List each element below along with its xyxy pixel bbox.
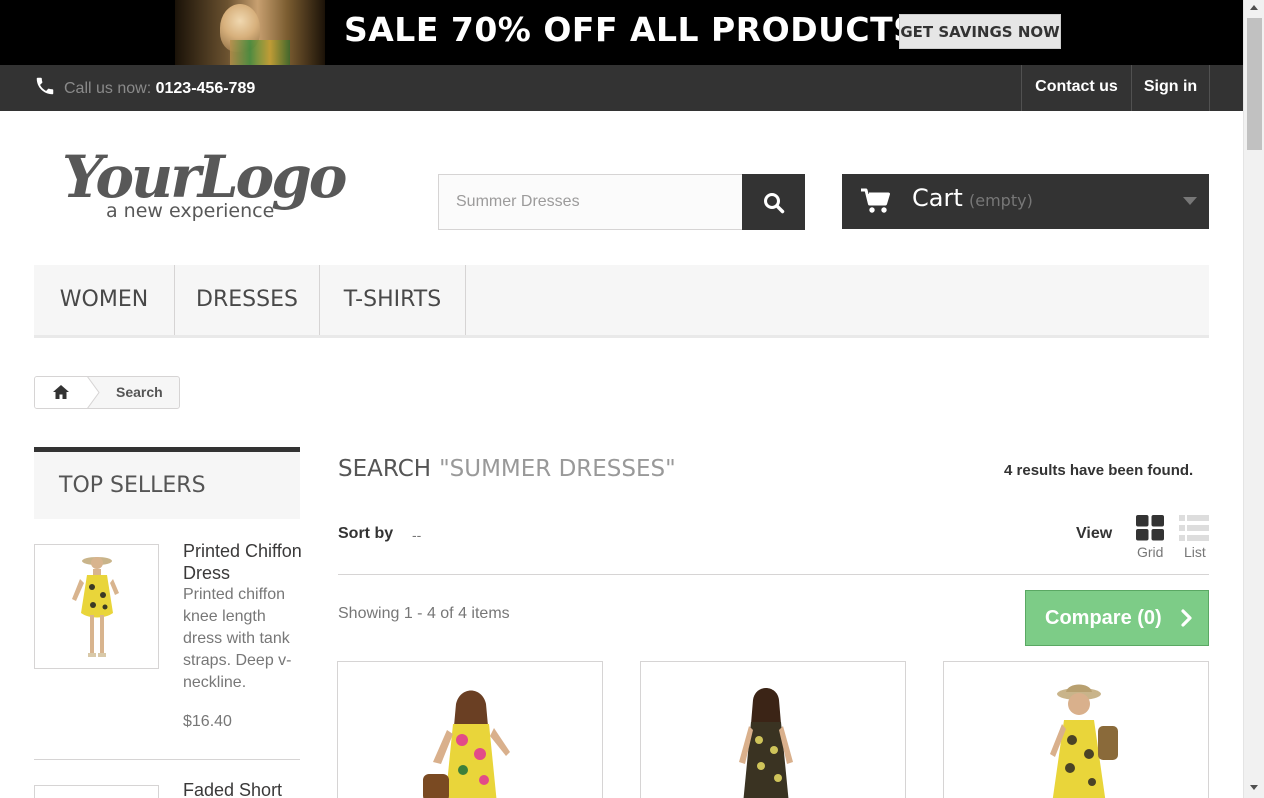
sort-by-select[interactable]: --: [412, 527, 421, 543]
scroll-up-arrow-icon[interactable]: [1250, 5, 1258, 10]
top-seller-image[interactable]: [34, 544, 159, 669]
menu-item-t-shirts[interactable]: T-SHIRTS: [320, 265, 466, 335]
top-seller-name[interactable]: Printed Chiffon Dress: [183, 540, 303, 584]
product-image: [1050, 684, 1118, 798]
scroll-down-arrow-icon[interactable]: [1250, 785, 1258, 790]
sign-in-link[interactable]: Sign in: [1131, 65, 1210, 111]
product-card[interactable]: [640, 661, 906, 798]
search-query-text: "SUMMER DRESSES": [439, 456, 676, 482]
caret-down-icon: [1183, 197, 1197, 205]
banner-model-image: [175, 0, 325, 65]
grid-view-label[interactable]: Grid: [1137, 544, 1163, 560]
phone-number: 0123-456-789: [155, 80, 256, 97]
page-title: SEARCH "SUMMER DRESSES": [338, 456, 676, 482]
cart-button[interactable]: Cart (empty): [842, 174, 1209, 229]
contact-us-link[interactable]: Contact us: [1021, 65, 1131, 111]
top-seller-name-2[interactable]: Faded Short: [183, 780, 282, 798]
main-menu: WOMEN DRESSES T-SHIRTS: [34, 265, 1209, 338]
sidebar-divider: [34, 759, 300, 760]
menu-item-women[interactable]: WOMEN: [34, 265, 175, 335]
dress-photo: [72, 557, 119, 657]
top-nav-bar: Call us now: 0123-456-789 Contact us Sig…: [0, 65, 1243, 111]
product-image: [739, 688, 793, 798]
list-view-icon[interactable]: [1179, 515, 1209, 541]
showing-items-text: Showing 1 - 4 of 4 items: [338, 605, 510, 622]
breadcrumb-separator-icon: [76, 377, 100, 408]
content-divider: [338, 574, 1209, 575]
get-savings-button[interactable]: GET SAVINGS NOW: [899, 14, 1061, 49]
product-card[interactable]: [337, 661, 603, 798]
chevron-right-icon: [1181, 609, 1192, 627]
cart-icon: [861, 188, 890, 213]
top-seller-price: $16.40: [183, 713, 232, 730]
breadcrumb: Search: [34, 376, 180, 409]
cart-label: Cart: [912, 184, 963, 212]
promo-banner[interactable]: SALE 70% OFF ALL PRODUCTS GET SAVINGS NO…: [0, 0, 1243, 65]
scrollbar-thumb[interactable]: [1247, 18, 1262, 150]
compare-label: Compare (0): [1045, 607, 1162, 629]
call-us-text: Call us now: 0123-456-789: [64, 80, 255, 98]
search-icon: [764, 193, 785, 214]
banner-sale-text: SALE 70% OFF ALL PRODUCTS: [344, 10, 918, 49]
page-title-label: SEARCH: [338, 456, 432, 482]
menu-item-dresses[interactable]: DRESSES: [175, 265, 320, 335]
logo-tagline: a new experience: [106, 200, 274, 222]
top-sellers-heading[interactable]: TOP SELLERS: [34, 447, 300, 519]
product-card[interactable]: [943, 661, 1209, 798]
search-button[interactable]: [742, 174, 805, 230]
results-count: 4 results have been found.: [1004, 462, 1194, 479]
site-logo[interactable]: YourLogo a new experience: [60, 135, 360, 230]
list-view-label[interactable]: List: [1184, 544, 1206, 560]
view-label: View: [1076, 525, 1113, 542]
top-seller-image-2[interactable]: [34, 785, 159, 798]
search-input[interactable]: Summer Dresses: [438, 174, 743, 230]
product-image: [423, 690, 510, 798]
call-us-label: Call us now:: [64, 80, 152, 97]
breadcrumb-current: Search: [116, 384, 163, 400]
top-seller-description: Printed chiffon knee length dress with t…: [183, 586, 292, 691]
cart-status: (empty): [969, 191, 1033, 210]
sort-by-label: Sort by: [338, 525, 394, 542]
page-scrollbar[interactable]: [1243, 0, 1264, 798]
phone-icon: [36, 77, 54, 95]
grid-view-icon[interactable]: [1136, 515, 1164, 541]
home-icon: [53, 385, 69, 399]
compare-button[interactable]: Compare (0): [1025, 590, 1209, 646]
